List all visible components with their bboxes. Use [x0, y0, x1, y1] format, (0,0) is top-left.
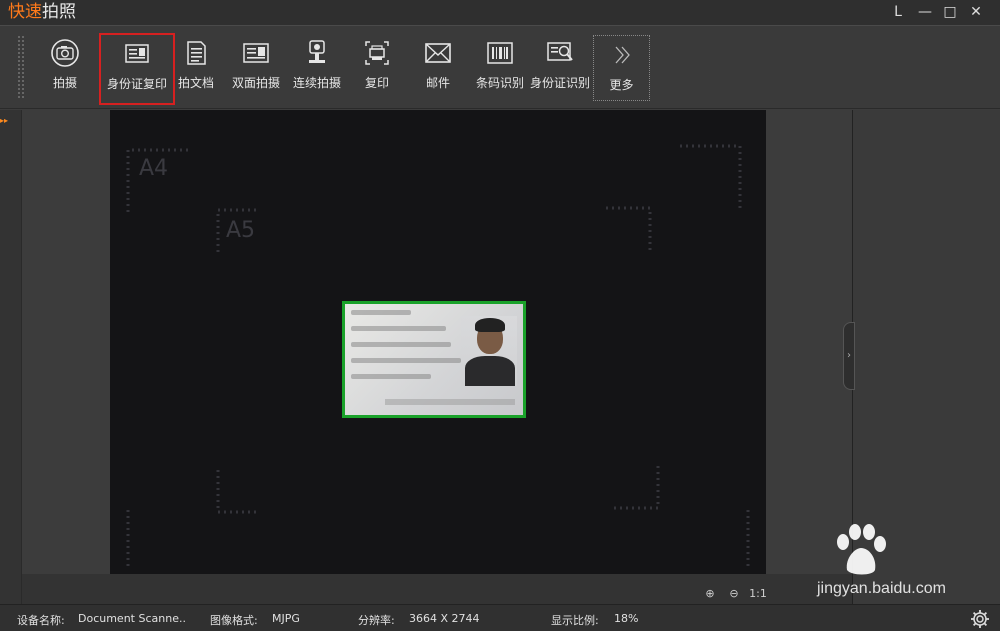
device-label: 设备名称:	[17, 614, 65, 627]
continuous-shoot-icon	[309, 40, 325, 63]
double-side-label: 双面拍摄	[231, 76, 280, 90]
id-card-number-line	[385, 399, 515, 405]
id-card-photo	[461, 316, 517, 386]
a4-label: A4	[139, 156, 169, 181]
mail-label: 邮件	[425, 76, 450, 90]
copy-button[interactable]: 复印	[357, 34, 397, 102]
scale-label: 显示比例:	[551, 614, 599, 627]
id-copy-label: 身份证复印	[106, 77, 167, 91]
paw-icon	[837, 524, 886, 575]
app-title-part2: 拍照	[42, 2, 76, 22]
expand-left-icon[interactable]: ▸▸	[0, 114, 12, 128]
app-window: 快速拍照 L — □ ✕ 拍摄 身份证复印 拍文档 双面拍摄 连续拍摄 复印 邮…	[0, 0, 1000, 631]
title-bar: 快速拍照 L — □ ✕	[0, 0, 1000, 25]
collapse-panel-handle[interactable]: ›	[843, 322, 855, 390]
resolution-label: 分辨率:	[358, 614, 395, 627]
more-label: 更多	[609, 78, 634, 92]
mail-icon	[425, 43, 451, 63]
id-card-icon	[125, 44, 149, 63]
app-title-part1: 快速	[8, 2, 42, 22]
toolbar-grip[interactable]	[18, 36, 24, 98]
barcode-icon	[487, 42, 513, 64]
minimize-button[interactable]: —	[914, 2, 936, 22]
barcode-label: 条码识别	[475, 76, 524, 90]
barcode-button[interactable]: 条码识别	[473, 34, 527, 102]
settings-gear-icon[interactable]	[970, 609, 990, 629]
id-card-detected	[342, 301, 526, 418]
id-recognize-label: 身份证识别	[529, 76, 590, 90]
app-title: 快速拍照	[8, 2, 76, 23]
continuous-shoot-label: 连续拍摄	[292, 76, 341, 90]
copy-icon	[365, 41, 389, 65]
format-value: MJPG	[272, 612, 300, 625]
doc-shoot-button[interactable]: 拍文档	[176, 34, 216, 102]
copy-label: 复印	[364, 76, 389, 90]
more-chevron-icon	[615, 46, 630, 64]
doc-shoot-label: 拍文档	[177, 76, 214, 90]
shoot-button[interactable]: 拍摄	[37, 34, 93, 102]
left-panel: ▸▸	[0, 110, 22, 604]
continuous-shoot-button[interactable]: 连续拍摄	[290, 34, 344, 102]
double-side-button[interactable]: 双面拍摄	[229, 34, 283, 102]
baidu-watermark: jingyan.baidu.com	[735, 518, 995, 608]
id-card-text-lines	[351, 310, 471, 390]
watermark-url: jingyan.baidu.com	[817, 580, 946, 597]
scale-value: 18%	[614, 612, 639, 625]
close-button[interactable]: ✕	[965, 2, 987, 22]
pin-button[interactable]: L	[887, 2, 909, 22]
camera-icon	[51, 39, 79, 67]
status-bar: 设备名称: Document Scanne.. 图像格式: MJPG 分辨率: …	[0, 604, 1000, 631]
device-value: Document Scanne..	[78, 612, 186, 625]
mail-button[interactable]: 邮件	[418, 34, 458, 102]
format-label: 图像格式:	[210, 614, 258, 627]
id-copy-button[interactable]: 身份证复印	[99, 33, 175, 105]
toolbar: 拍摄 身份证复印 拍文档 双面拍摄 连续拍摄 复印 邮件 条码识别 身份证识别 …	[0, 25, 1000, 109]
a5-label: A5	[226, 218, 256, 243]
double-side-icon	[243, 43, 269, 63]
maximize-button[interactable]: □	[939, 2, 961, 22]
more-button[interactable]: 更多	[593, 35, 650, 101]
id-recognize-icon	[547, 42, 573, 61]
resolution-value: 3664 X 2744	[409, 612, 480, 625]
shoot-label: 拍摄	[52, 76, 77, 90]
id-recognize-button[interactable]: 身份证识别	[529, 34, 591, 102]
zoom-in-icon[interactable]: ⊕	[700, 584, 720, 604]
document-icon	[187, 41, 206, 65]
